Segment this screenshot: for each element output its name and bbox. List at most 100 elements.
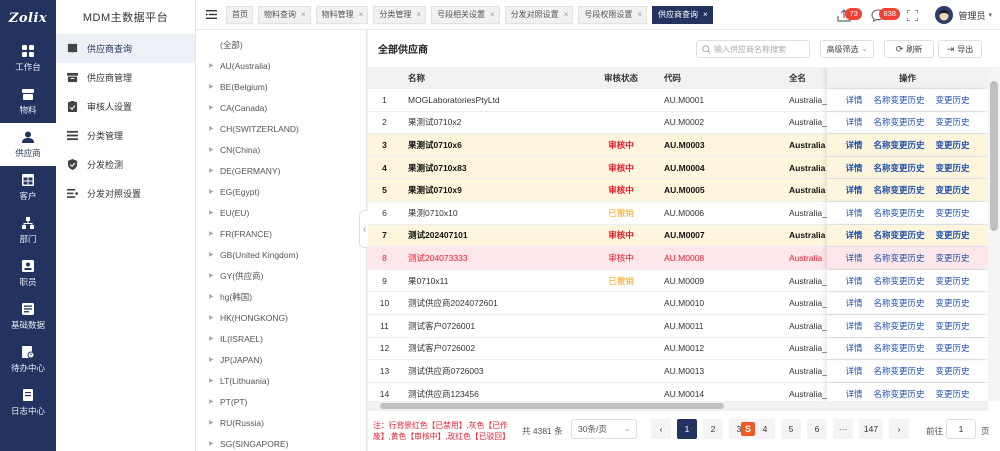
caret-right-icon[interactable]: ▶	[209, 335, 217, 342]
name-history-link[interactable]: 名称变更历史	[873, 275, 924, 287]
tab-material-manage[interactable]: 物料管理 ×	[315, 5, 369, 24]
change-history-link[interactable]: 变更历史	[936, 365, 970, 377]
notification-button[interactable]: 73	[827, 7, 862, 22]
advanced-filter-button[interactable]: 高级筛选 ⌄	[820, 40, 874, 58]
close-icon[interactable]: ×	[637, 10, 642, 19]
name-history-link[interactable]: 名称变更历史	[873, 297, 924, 309]
col-header-fullname[interactable]: 全名	[783, 67, 827, 88]
tree-item[interactable]: ▶ PT(PT)	[196, 391, 366, 412]
change-history-link[interactable]: 变更历史	[936, 342, 970, 354]
goto-page-input[interactable]: 1	[946, 419, 976, 439]
page-button[interactable]: 5	[781, 419, 801, 439]
close-icon[interactable]: ×	[301, 10, 306, 19]
page-button[interactable]: 147	[859, 419, 883, 439]
caret-right-icon[interactable]: ▶	[209, 419, 217, 426]
detail-link[interactable]: 详情	[845, 139, 862, 151]
tree-item[interactable]: ▶ CA(Canada)	[196, 97, 366, 118]
caret-right-icon[interactable]: ▶	[209, 314, 217, 321]
change-history-link[interactable]: 变更历史	[936, 139, 970, 151]
caret-right-icon[interactable]: ▶	[209, 125, 217, 132]
scroll-thumb[interactable]	[990, 81, 998, 231]
detail-link[interactable]: 详情	[845, 207, 862, 219]
caret-right-icon[interactable]: ▶	[209, 104, 217, 111]
change-history-link[interactable]: 变更历史	[936, 207, 970, 219]
tree-item[interactable]: (全部)	[196, 34, 366, 55]
user-name[interactable]: 管理员	[958, 9, 985, 22]
rail-item-material[interactable]: 物料	[0, 80, 56, 123]
tree-item[interactable]: ▶ GB(United Kingdom)	[196, 244, 366, 265]
name-history-link[interactable]: 名称变更历史	[873, 320, 924, 332]
table-row[interactable]: 9 果0710x11 已撤销 AU.M0009 Australia_ 详情 名称变更历史 变更…	[368, 270, 988, 293]
name-history-link[interactable]: 名称变更历史	[873, 342, 924, 354]
tree-item[interactable]: ▶ CN(China)	[196, 139, 366, 160]
caret-right-icon[interactable]: ▶	[209, 230, 217, 237]
rail-item-supplier[interactable]: 供应商	[0, 123, 56, 166]
tree-item[interactable]: ▶ FR(FRANCE)	[196, 223, 366, 244]
name-history-link[interactable]: 名称变更历史	[873, 229, 924, 241]
table-row[interactable]: 2 果测试0710x2 AU.M0002 Australia_ 详情 名称变更历史 变更历史	[368, 112, 988, 135]
tree-item[interactable]: ▶ hg(韩国)	[196, 286, 366, 307]
name-history-link[interactable]: 名称变更历史	[873, 388, 924, 400]
name-history-link[interactable]: 名称变更历史	[873, 365, 924, 377]
table-row[interactable]: 4 果测试0710x83 审核中 AU.M0004 Australia 详情 名称变更历史变…	[368, 156, 988, 180]
table-row[interactable]: 6 果测0710x10 已撤销 AU.M0006 Australia_ 详情 名称变更历史变…	[368, 202, 988, 225]
export-button[interactable]: ⇥ 导出	[938, 40, 982, 58]
detail-link[interactable]: 详情	[845, 275, 862, 287]
tab-home[interactable]: 首页	[226, 5, 253, 24]
tree-item[interactable]: ▶ GY(供应商)	[196, 265, 366, 286]
message-button[interactable]: 838	[861, 7, 900, 22]
name-history-link[interactable]: 名称变更历史	[873, 184, 924, 196]
caret-right-icon[interactable]: ▶	[209, 272, 217, 279]
page-button[interactable]: 1	[677, 419, 697, 439]
caret-right-icon[interactable]: ▶	[209, 188, 217, 195]
vertical-scrollbar[interactable]	[988, 67, 1000, 401]
tab-number-segment[interactable]: 号段相关设置 ×	[431, 5, 500, 24]
caret-right-icon[interactable]: ▶	[209, 146, 217, 153]
table-row[interactable]: 5 果测试0710x9 审核中 AU.M0005 Australia 详情 名称变更历史 变更…	[368, 179, 988, 202]
rail-item-log[interactable]: 日志中心	[0, 381, 56, 424]
search-input[interactable]: 输入供应商名称搜索	[696, 40, 810, 58]
table-row[interactable]: 3 果测试0710x6 审核中 AU.M0003 Australia 详情 名称变更历史 变更…	[368, 134, 988, 157]
tab-category-manage[interactable]: 分类管理 ×	[373, 5, 427, 24]
caret-right-icon[interactable]: ▶	[209, 209, 217, 216]
name-history-link[interactable]: 名称变更历史	[873, 116, 924, 128]
col-header-code[interactable]: 代码	[657, 67, 783, 88]
change-history-link[interactable]: 变更历史	[936, 116, 970, 128]
horizontal-scrollbar[interactable]	[368, 401, 988, 411]
tree-item[interactable]: ▶ IL(ISRAEL)	[196, 328, 366, 349]
change-history-link[interactable]: 变更历史	[936, 320, 970, 332]
fullscreen-button[interactable]	[895, 9, 929, 21]
change-history-link[interactable]: 变更历史	[936, 162, 970, 174]
change-history-link[interactable]: 变更历史	[936, 388, 970, 400]
name-history-link[interactable]: 名称变更历史	[873, 207, 924, 219]
name-history-link[interactable]: 名称变更历史	[873, 252, 924, 264]
page-button[interactable]: 6	[807, 419, 827, 439]
tab-material-query[interactable]: 物料查询 ×	[258, 5, 311, 24]
sidebar-item-category-manage[interactable]: 分类管理	[56, 121, 195, 150]
prev-page-button[interactable]: ‹	[651, 419, 671, 439]
detail-link[interactable]: 详情	[845, 365, 862, 377]
close-icon[interactable]: ×	[416, 10, 421, 19]
rail-item-todo[interactable]: 待办中心	[0, 338, 56, 381]
sidebar-item-reviewer-settings[interactable]: 审核人设置	[56, 92, 195, 121]
sidebar-item-distribution-mapping[interactable]: 分发对照设置	[56, 179, 195, 208]
detail-link[interactable]: 详情	[845, 94, 862, 106]
rail-item-workbench[interactable]: 工作台	[0, 37, 56, 80]
change-history-link[interactable]: 变更历史	[936, 229, 970, 241]
tab-segment-permission[interactable]: 号段权限设置 ×	[578, 5, 648, 24]
tree-item[interactable]: ▶ CH(SWITZERLAND)	[196, 118, 366, 139]
table-row[interactable]: 14 测试供应商123456 AU.M0014 Australia_ 详情 名称变更历史变…	[368, 383, 988, 401]
tree-item[interactable]: ▶ SG(SINGAPORE)	[196, 433, 366, 451]
name-history-link[interactable]: 名称变更历史	[873, 94, 924, 106]
detail-link[interactable]: 详情	[845, 297, 862, 309]
page-ellipsis[interactable]: ···	[833, 419, 853, 439]
rail-item-basedata[interactable]: 基础数据	[0, 295, 56, 338]
caret-right-icon[interactable]: ▶	[209, 83, 217, 90]
page-size-select[interactable]: 30条/页 ⌄	[571, 419, 637, 439]
change-history-link[interactable]: 变更历史	[936, 94, 970, 106]
caret-right-icon[interactable]: ▶	[209, 167, 217, 174]
close-icon[interactable]: ×	[564, 10, 569, 19]
close-icon[interactable]: ×	[703, 10, 708, 19]
sidebar-item-distribution-check[interactable]: 分发检测	[56, 150, 195, 179]
change-history-link[interactable]: 变更历史	[936, 275, 970, 287]
